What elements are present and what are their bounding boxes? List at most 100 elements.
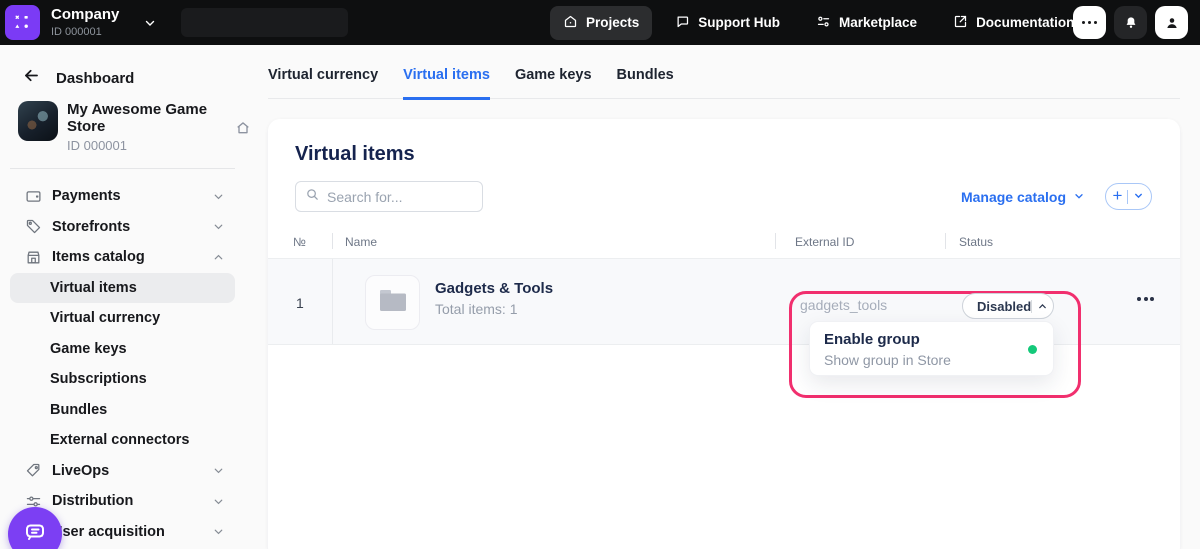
plus-icon: + [1113,187,1123,204]
sidebar-item-game-keys[interactable]: Game keys [10,334,235,365]
column-divider [332,259,333,344]
menu-item-enable-group-hint: Show group in Store [824,352,951,368]
nav-marketplace[interactable]: Marketplace [803,6,930,40]
column-divider [332,233,333,249]
tab-virtual-currency[interactable]: Virtual currency [268,67,378,100]
search-field[interactable] [295,181,483,212]
nav-support-hub-label: Support Hub [698,15,780,30]
top-bar: Company ID 000001 Projects Support Hub [0,0,1200,45]
sidebar-item-subscriptions[interactable]: Subscriptions [10,364,235,395]
chevron-down-icon[interactable] [143,16,157,30]
sidebar-item-label: Payments [52,188,212,204]
column-header-external-id: External ID [795,235,854,249]
company-id: ID 000001 [51,26,119,38]
chevron-up-icon [212,251,225,264]
marketplace-icon [816,14,831,32]
sidebar-item-bundles[interactable]: Bundles [10,395,235,426]
back-to-dashboard[interactable]: Dashboard [22,66,268,90]
home-icon [235,120,251,136]
sidebar-item-external-connectors[interactable]: External connectors [10,425,235,456]
group-thumbnail [365,275,420,330]
chevron-down-icon [212,464,225,477]
sidebar: Dashboard My Awesome Game Store ID 00000… [0,45,268,549]
card-actions: Manage catalog + [961,183,1152,210]
sidebar-item-storefronts[interactable]: Storefronts [10,212,235,243]
back-label: Dashboard [56,70,134,87]
nav-projects-label: Projects [586,15,639,30]
project-card[interactable]: My Awesome Game Store ID 000001 [18,101,208,153]
external-link-icon [953,14,968,32]
chevron-down-icon [212,220,225,233]
tab-bundles[interactable]: Bundles [617,67,674,100]
virtual-items-card: Virtual items Manage catalog + [268,119,1180,549]
chevron-up-icon [1032,301,1053,312]
project-name: My Awesome Game Store [67,101,212,135]
liveops-icon [25,462,43,479]
column-divider [945,233,946,249]
page-title: Virtual items [295,143,415,166]
chevron-down-icon [1073,189,1085,205]
sidebar-item-label: User acquisition [52,524,212,540]
sidebar-item-label: Items catalog [52,249,212,265]
menu-item-enable-group[interactable]: Enable group [824,331,920,348]
group-name-cell: Gadgets & Tools Total items: 1 [435,280,553,317]
chat-widget-icon [21,518,49,549]
status-dropdown-menu: Enable group Show group in Store [809,321,1054,376]
external-id-value[interactable]: gadgets_tools [800,297,887,313]
sidebar-item-label: Storefronts [52,219,212,235]
sidebar-item-liveops[interactable]: LiveOps [10,456,235,487]
company-name: Company [51,7,119,24]
topbar-search-area[interactable] [181,8,348,37]
folder-icon [377,287,409,319]
sidebar-item-label: LiveOps [52,463,212,479]
nav-support-hub[interactable]: Support Hub [662,6,793,40]
xsolla-logo-icon[interactable] [5,5,40,40]
home-icon [563,14,578,32]
more-dots-icon[interactable] [1073,6,1106,39]
status-dropdown-button[interactable]: Disabled [962,293,1054,319]
nav-documentation[interactable]: Documentation [940,6,1087,40]
sidebar-subitem-label: Virtual currency [50,310,160,326]
row-more-actions-button[interactable] [1137,297,1154,301]
nav-documentation-label: Documentation [976,15,1074,30]
bell-icon[interactable] [1114,6,1147,39]
add-item-button[interactable]: + [1105,183,1152,210]
search-input[interactable] [327,189,473,205]
project-meta: My Awesome Game Store ID 000001 [67,101,212,153]
sidebar-subitem-label: Game keys [50,341,127,357]
nav-marketplace-label: Marketplace [839,15,917,30]
sidebar-item-payments[interactable]: Payments [10,181,235,212]
column-header-name: Name [345,235,377,249]
chat-bubble-icon [675,14,690,32]
enabled-status-dot [1028,345,1037,354]
sidebar-subitem-label: External connectors [50,432,189,448]
publisher-dashboard: Company ID 000001 Projects Support Hub [0,0,1200,549]
sidebar-divider [10,168,235,169]
manage-catalog-dropdown[interactable]: Manage catalog [961,189,1085,205]
company-selector[interactable]: Company ID 000001 [51,7,119,38]
project-id: ID 000001 [67,138,212,153]
sidebar-item-items-catalog[interactable]: Items catalog [10,242,235,273]
sidebar-item-virtual-currency[interactable]: Virtual currency [10,303,235,334]
wallet-icon [25,188,43,205]
button-divider [1127,190,1128,204]
chevron-down-icon [212,495,225,508]
sidebar-subitem-label: Subscriptions [50,371,147,387]
column-header-number: № [293,235,306,249]
top-navigation: Projects Support Hub Marketplace Documen… [550,0,1087,45]
chevron-down-icon [212,525,225,538]
sidebar-subitem-label: Bundles [50,402,107,418]
topbar-actions [1073,6,1188,39]
chevron-down-icon [212,190,225,203]
column-header-status: Status [959,235,993,249]
arrow-left-icon [22,66,41,90]
group-name: Gadgets & Tools [435,280,553,297]
tab-game-keys[interactable]: Game keys [515,67,592,100]
status-badge: Disabled [977,299,1031,314]
nav-projects[interactable]: Projects [550,6,652,40]
group-total-items: Total items: 1 [435,301,553,317]
row-number: 1 [296,295,304,311]
sidebar-item-virtual-items[interactable]: Virtual items [10,273,235,304]
tab-virtual-items[interactable]: Virtual items [403,67,490,100]
user-icon[interactable] [1155,6,1188,39]
